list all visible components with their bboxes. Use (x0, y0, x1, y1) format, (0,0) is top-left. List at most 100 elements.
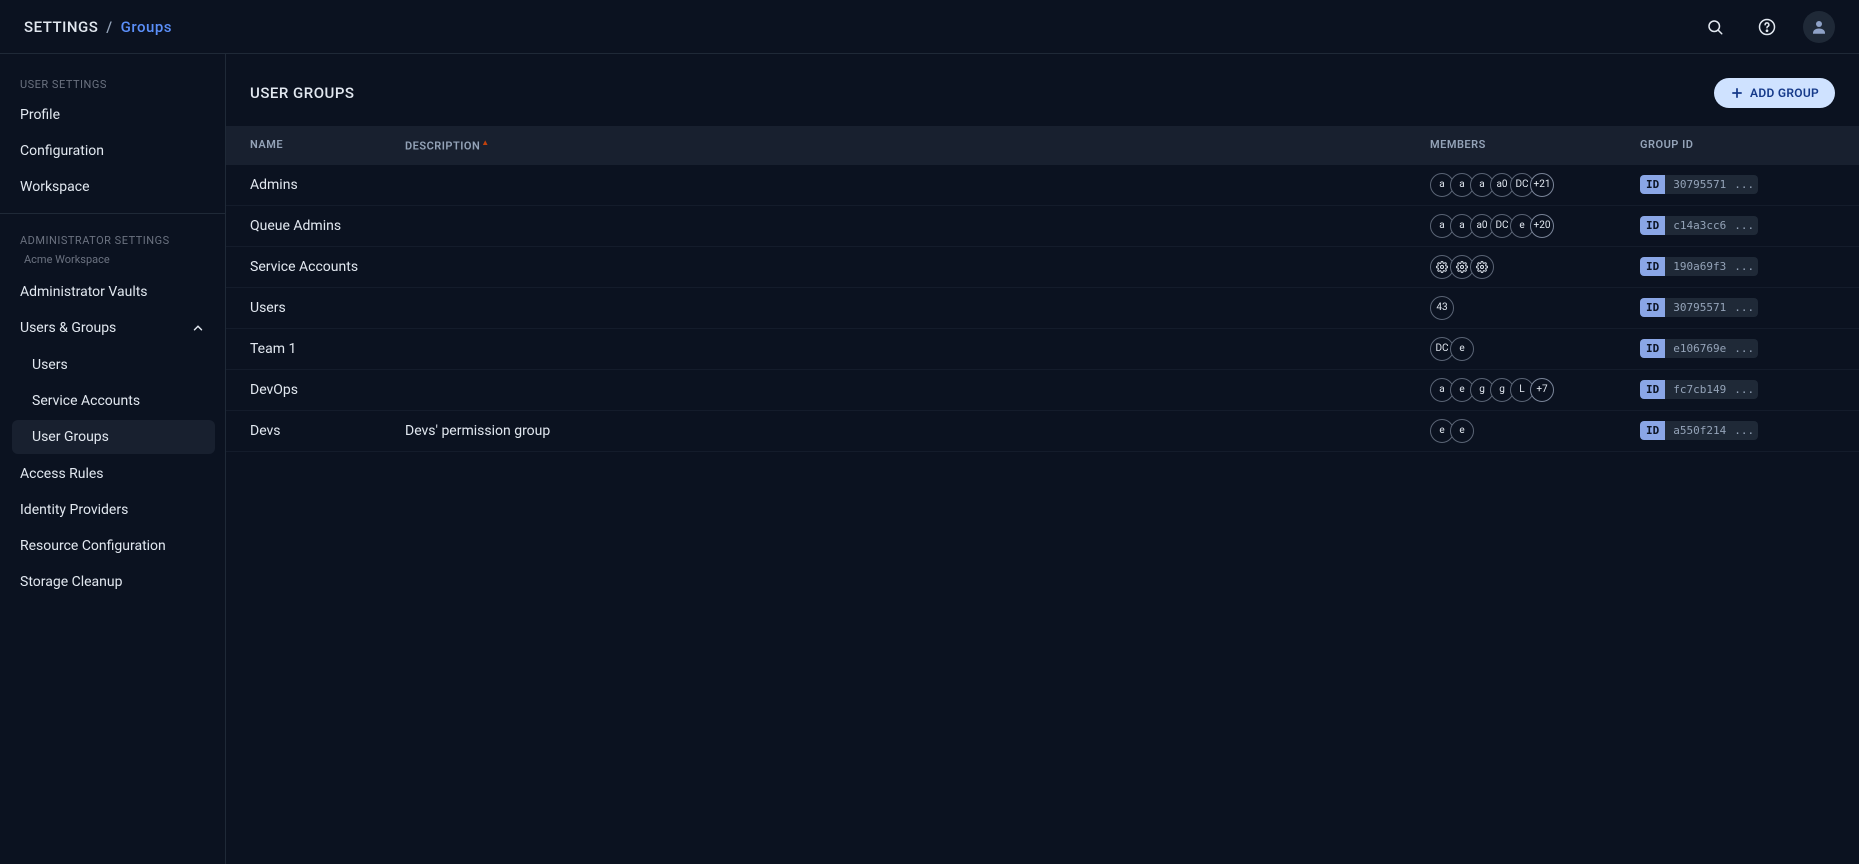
id-badge-label: ID (1640, 298, 1665, 317)
group-id: IDc14a3cc6... (1640, 216, 1835, 235)
main-content: USER GROUPS ADD GROUP NAME DESCRIPTION▲ … (226, 54, 1859, 864)
avatar-icon[interactable] (1803, 11, 1835, 43)
column-header-group-id[interactable]: GROUP ID (1640, 138, 1835, 153)
sidebar-item-label: Identity Providers (20, 502, 128, 518)
id-value: c14a3cc6 (1665, 216, 1734, 235)
group-id: IDfc7cb149... (1640, 380, 1835, 399)
group-members (1430, 255, 1640, 279)
sidebar-workspace-name: Acme Workspace (0, 253, 225, 274)
table-row[interactable]: DevsDevs' permission groupeeIDa550f214..… (226, 411, 1859, 452)
id-badge-label: ID (1640, 421, 1665, 440)
sidebar-item-administrator-vaults[interactable]: Administrator Vaults (0, 274, 225, 310)
table-header: NAME DESCRIPTION▲ MEMBERS GROUP ID (226, 126, 1859, 165)
sidebar-item-label: Resource Configuration (20, 538, 166, 554)
group-name: Queue Admins (250, 218, 405, 234)
group-members: ee (1430, 419, 1640, 443)
sidebar-item-label: Access Rules (20, 466, 104, 482)
page-title: USER GROUPS (250, 84, 355, 102)
sidebar-item-profile[interactable]: Profile (0, 97, 225, 133)
group-name: Devs (250, 423, 405, 439)
chevron-up-icon (191, 321, 205, 335)
sidebar-admin-settings-section: ADMINISTRATOR SETTINGS Acme Workspace Ad… (0, 222, 225, 600)
id-ellipsis: ... (1734, 339, 1758, 358)
column-header-members[interactable]: MEMBERS (1430, 138, 1640, 153)
member-avatar[interactable]: e (1450, 337, 1474, 361)
id-ellipsis: ... (1734, 380, 1758, 399)
id-badge-label: ID (1640, 380, 1665, 399)
member-overflow-badge[interactable]: +20 (1530, 214, 1554, 238)
groups-table: NAME DESCRIPTION▲ MEMBERS GROUP ID Admin… (226, 126, 1859, 452)
group-id: ID30795571... (1640, 298, 1835, 317)
table-row[interactable]: DevOps aeggL+7IDfc7cb149... (226, 370, 1859, 411)
add-group-label: ADD GROUP (1750, 86, 1819, 100)
id-chip[interactable]: IDa550f214... (1640, 421, 1758, 440)
id-chip[interactable]: IDe106769e... (1640, 339, 1758, 358)
breadcrumb-current[interactable]: Groups (121, 18, 172, 36)
id-chip[interactable]: IDfc7cb149... (1640, 380, 1758, 399)
id-value: a550f214 (1665, 421, 1734, 440)
sidebar-item-storage-cleanup[interactable]: Storage Cleanup (0, 564, 225, 600)
member-avatar[interactable]: 43 (1430, 296, 1454, 320)
id-ellipsis: ... (1734, 257, 1758, 276)
group-id: ID30795571... (1640, 175, 1835, 194)
group-name: Team 1 (250, 341, 405, 357)
sidebar-item-identity-providers[interactable]: Identity Providers (0, 492, 225, 528)
table-row[interactable]: Service AccountsID190a69f3... (226, 247, 1859, 288)
member-avatar[interactable]: e (1450, 419, 1474, 443)
sidebar-section-title-user: USER SETTINGS (0, 66, 225, 97)
table-row[interactable]: Users 43 ID30795571... (226, 288, 1859, 329)
table-row[interactable]: Team 1 DCeIDe106769e... (226, 329, 1859, 370)
sidebar-subitem-service-accounts[interactable]: Service Accounts (12, 384, 215, 418)
sidebar-item-label: Administrator Vaults (20, 284, 148, 300)
id-chip[interactable]: IDc14a3cc6... (1640, 216, 1758, 235)
id-badge-label: ID (1640, 257, 1665, 276)
id-chip[interactable]: ID30795571... (1640, 298, 1758, 317)
column-header-description[interactable]: DESCRIPTION▲ (405, 138, 1430, 153)
sidebar-divider (0, 213, 225, 214)
group-name: DevOps (250, 382, 405, 398)
topbar-actions (1699, 11, 1835, 43)
sidebar-user-settings-section: USER SETTINGS ProfileConfigurationWorksp… (0, 66, 225, 205)
id-badge-label: ID (1640, 339, 1665, 358)
member-overflow-badge[interactable]: +21 (1530, 173, 1554, 197)
breadcrumb: SETTINGS / Groups (24, 18, 172, 36)
help-icon[interactable] (1751, 11, 1783, 43)
group-members: 43 (1430, 296, 1640, 320)
sidebar-item-label: Storage Cleanup (20, 574, 122, 590)
sidebar-item-resource-configuration[interactable]: Resource Configuration (0, 528, 225, 564)
gear-icon[interactable] (1470, 255, 1494, 279)
group-members: aaa0DCe+20 (1430, 214, 1640, 238)
breadcrumb-separator: / (106, 18, 112, 36)
table-row[interactable]: Queue Admins aaa0DCe+20IDc14a3cc6... (226, 206, 1859, 247)
group-name: Users (250, 300, 405, 316)
group-id: ID190a69f3... (1640, 257, 1835, 276)
sidebar-item-users-groups[interactable]: Users & Groups (0, 310, 225, 346)
table-row[interactable]: Admins aaaa0DC+21ID30795571... (226, 165, 1859, 206)
plus-icon (1730, 86, 1744, 100)
sidebar-item-access-rules[interactable]: Access Rules (0, 456, 225, 492)
group-id: IDa550f214... (1640, 421, 1835, 440)
column-header-name[interactable]: NAME (250, 138, 405, 153)
sidebar-section-title-admin: ADMINISTRATOR SETTINGS (0, 222, 225, 253)
id-chip[interactable]: ID190a69f3... (1640, 257, 1758, 276)
sidebar-subitem-user-groups[interactable]: User Groups (12, 420, 215, 454)
sort-indicator-icon: ▲ (481, 138, 489, 147)
group-members: DCe (1430, 337, 1640, 361)
id-badge-label: ID (1640, 175, 1665, 194)
sidebar-item-label: Users & Groups (20, 320, 116, 336)
group-members: aaaa0DC+21 (1430, 173, 1640, 197)
group-members: aeggL+7 (1430, 378, 1640, 402)
id-chip[interactable]: ID30795571... (1640, 175, 1758, 194)
sidebar-item-workspace[interactable]: Workspace (0, 169, 225, 205)
topbar: SETTINGS / Groups (0, 0, 1859, 54)
id-value: 30795571 (1665, 298, 1734, 317)
group-name: Admins (250, 177, 405, 193)
sidebar-subitem-users[interactable]: Users (12, 348, 215, 382)
add-group-button[interactable]: ADD GROUP (1714, 78, 1835, 108)
id-value: e106769e (1665, 339, 1734, 358)
sidebar-item-configuration[interactable]: Configuration (0, 133, 225, 169)
id-ellipsis: ... (1734, 175, 1758, 194)
search-icon[interactable] (1699, 11, 1731, 43)
breadcrumb-root[interactable]: SETTINGS (24, 18, 98, 36)
member-overflow-badge[interactable]: +7 (1530, 378, 1554, 402)
